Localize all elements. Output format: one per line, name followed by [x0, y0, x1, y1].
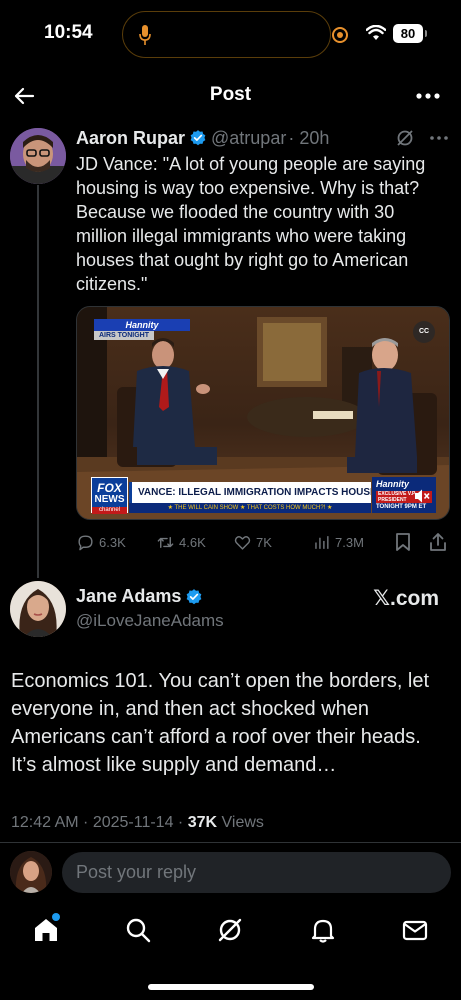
- avatar-image: [10, 581, 66, 637]
- divider: [0, 842, 461, 843]
- tab-search[interactable]: [124, 916, 154, 946]
- more-options-icon[interactable]: [415, 86, 441, 106]
- post-meta: 12:42 AM · 2025-11-14 · 37K Views: [11, 814, 264, 832]
- author-handle[interactable]: @iLoveJaneAdams: [76, 611, 224, 631]
- tab-notifications[interactable]: [309, 916, 339, 946]
- mute-icon[interactable]: [413, 487, 431, 505]
- wifi-icon: [366, 25, 386, 40]
- repost-button[interactable]: 4.6K: [156, 530, 206, 554]
- bookmark-icon[interactable]: [394, 532, 412, 552]
- video-chyron: VANCE: ILLEGAL IMMIGRATION IMPACTS HOUSI…: [129, 482, 371, 503]
- battery-indicator: 80: [393, 24, 427, 43]
- captions-button[interactable]: CC: [413, 321, 435, 343]
- envelope-icon: [402, 920, 428, 941]
- home-indicator[interactable]: [148, 984, 314, 990]
- quoted-post-tools: [395, 128, 449, 148]
- author-name[interactable]: Jane Adams: [76, 586, 181, 607]
- quoted-post-text: JD Vance: "A lot of young people are say…: [76, 154, 426, 294]
- reply-count: 6.3K: [99, 534, 126, 550]
- quoted-post-header: Aaron Rupar @atrupar · 20h: [76, 126, 329, 150]
- avatar[interactable]: [10, 128, 66, 184]
- views-chart-icon: [315, 535, 329, 549]
- views-button[interactable]: 7.3M: [312, 530, 364, 554]
- microphone-icon: [139, 25, 151, 45]
- status-time: 10:54: [44, 22, 93, 43]
- tab-grok[interactable]: [216, 916, 246, 946]
- source-watermark: 𝕏.com: [373, 587, 439, 610]
- home-unread-dot: [52, 913, 60, 921]
- status-bar: 10:54 80: [0, 0, 461, 70]
- share-icon[interactable]: [428, 532, 448, 552]
- post-timestamp: 12:42 AM · 2025-11-14 ·: [11, 814, 188, 831]
- post-views-label: Views: [217, 814, 264, 831]
- network-logo-line3: channel: [92, 507, 127, 514]
- avatar-image: [10, 128, 66, 184]
- grok-icon: [218, 918, 242, 942]
- tab-home[interactable]: [32, 913, 62, 946]
- post-age: · 20h: [288, 127, 330, 148]
- quoted-post-actions: 6.3K 4.6K 7K 7.3M: [76, 530, 450, 554]
- video-ticker: ★ THE WILL CAIN SHOW ★ THAT COSTS HOW MU…: [129, 503, 371, 513]
- like-count: 7K: [256, 534, 272, 550]
- author-name[interactable]: Aaron Rupar: [76, 128, 185, 149]
- verified-badge-icon: [187, 588, 202, 604]
- bell-icon: [311, 919, 335, 943]
- avatar[interactable]: [10, 581, 66, 637]
- airs-tonight-badge: AIRS TONIGHT: [94, 331, 154, 340]
- post-text: Economics 101. You can’t open the border…: [11, 670, 430, 776]
- tab-messages[interactable]: [401, 916, 431, 946]
- reply-input[interactable]: Post your reply: [62, 852, 451, 893]
- avatar-image: [10, 851, 52, 893]
- network-logo-line1: FOX: [97, 481, 122, 495]
- post-header: Post: [0, 70, 461, 122]
- search-icon: [126, 918, 151, 943]
- verified-badge-icon: [190, 130, 206, 146]
- repost-icon: [157, 536, 174, 548]
- page-title: Post: [209, 84, 252, 105]
- network-logo: FOX NEWS channel: [91, 477, 128, 514]
- dynamic-island: [122, 11, 331, 58]
- avatar[interactable]: [10, 851, 52, 893]
- grok-icon[interactable]: [395, 128, 415, 148]
- heart-icon: [234, 535, 251, 550]
- thread-connector-line: [37, 185, 39, 578]
- post-views-count[interactable]: 37K: [188, 814, 217, 831]
- camera-in-use-icon: [332, 27, 348, 43]
- reply-icon: [78, 534, 93, 550]
- author-handle[interactable]: @atrupar: [211, 128, 286, 149]
- more-options-icon[interactable]: [429, 134, 449, 142]
- post-author-row: Jane Adams: [76, 586, 203, 607]
- video-player[interactable]: Hannity AIRS TONIGHT CC FOX NEWS channel…: [76, 306, 450, 520]
- reply-button[interactable]: 6.3K: [76, 530, 126, 554]
- repost-count: 4.6K: [179, 534, 206, 550]
- views-count: 7.3M: [335, 534, 364, 550]
- show-badge: Hannity: [94, 319, 190, 331]
- like-button[interactable]: 7K: [233, 530, 272, 554]
- network-logo-line2: NEWS: [94, 494, 125, 505]
